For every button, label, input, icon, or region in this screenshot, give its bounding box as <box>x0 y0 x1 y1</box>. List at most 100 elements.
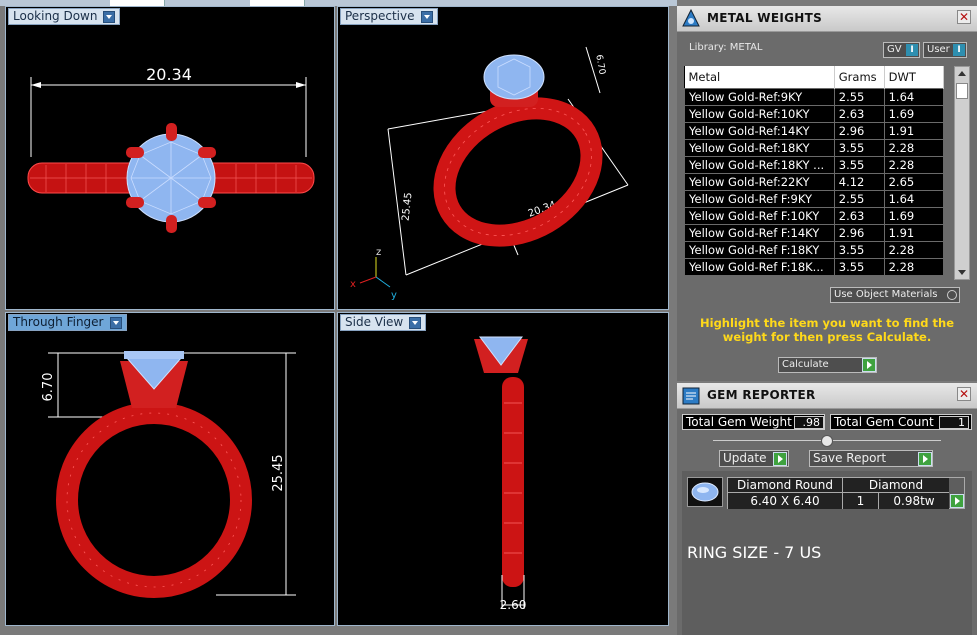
chevron-down-icon[interactable] <box>409 316 422 329</box>
grams-cell: 4.12 <box>833 172 885 191</box>
gem-head <box>483 54 545 107</box>
metal-cell: Yellow Gold-Ref:14KY <box>684 121 835 140</box>
viewport-menu-through-finger[interactable]: Through Finger <box>8 314 127 331</box>
gem-reporter-titlebar: GEM REPORTER ✕ <box>677 383 977 409</box>
dwt-cell: 1.91 <box>883 223 945 242</box>
close-icon[interactable]: ✕ <box>957 10 971 24</box>
info-icon: I <box>906 44 918 56</box>
save-report-label: Save Report <box>813 451 887 465</box>
gem-list: Diamond Round Diamond 6.40 X 6.40 1 0.98… <box>682 471 972 635</box>
metal-cell: Yellow Gold-Ref:18KY <box>684 138 835 157</box>
dimension-label: 6.70 <box>41 373 56 402</box>
label-text: Total Gem Weight <box>686 415 792 429</box>
grams-cell: 2.63 <box>833 104 885 123</box>
ring-side-view: 2.60 <box>474 336 528 612</box>
dwt-cell: 1.69 <box>883 104 945 123</box>
viewport-menu-perspective[interactable]: Perspective <box>340 8 438 25</box>
dwt-cell: 1.91 <box>883 121 945 140</box>
ring-top-view: 20.34 <box>27 65 315 233</box>
table-row[interactable]: Yellow Gold-Ref F:14KY 2.96 1.91 <box>684 223 945 242</box>
viewport-side-view[interactable]: 2.60 Side View <box>337 312 669 626</box>
gem-row[interactable]: Diamond Round Diamond 6.40 X 6.40 1 0.98… <box>727 477 965 509</box>
table-row[interactable]: Yellow Gold-Ref:10KY 2.63 1.69 <box>684 104 945 123</box>
gem-head <box>474 336 528 373</box>
column-header[interactable]: DWT <box>884 66 945 88</box>
viewport-menu-side-view[interactable]: Side View <box>340 314 427 331</box>
grams-cell: 3.55 <box>833 138 885 157</box>
viewport-looking-down[interactable]: 20.34 Looking Down <box>5 6 335 310</box>
panel-title: GEM REPORTER <box>707 388 816 402</box>
instruction-text: Highlight the item you want to find the … <box>700 316 954 344</box>
column-header[interactable]: Metal <box>684 66 835 88</box>
total-count-value: 1 <box>939 416 969 429</box>
ring-perspective-view: 25.45 20.34 6.70 z x y <box>350 46 629 301</box>
table-row[interactable]: Yellow Gold-Ref F:18K... 3.55 2.28 <box>684 257 945 276</box>
dwt-cell: 2.28 <box>883 257 945 276</box>
table-row[interactable]: Yellow Gold-Ref:14KY 2.96 1.91 <box>684 121 945 140</box>
dimension-label: 25.45 <box>271 454 286 491</box>
table-row[interactable]: Yellow Gold-Ref F:10KY 2.63 1.69 <box>684 206 945 225</box>
dwt-cell: 2.65 <box>883 172 945 191</box>
column-header[interactable]: Grams <box>834 66 885 88</box>
table-row[interactable]: Yellow Gold-Ref:18KY 3.55 2.28 <box>684 138 945 157</box>
viewport-menu-looking-down[interactable]: Looking Down <box>8 8 121 25</box>
ring-band <box>433 97 603 247</box>
gem-size: 6.40 X 6.40 <box>728 493 843 509</box>
gem-count: 1 <box>843 493 879 509</box>
total-weight-value: .98 <box>794 416 824 429</box>
dimension-label: 25.45 <box>401 192 415 222</box>
ring-size-note: RING SIZE - 7 US <box>687 543 822 562</box>
dwt-cell: 2.28 <box>883 240 945 259</box>
viewport-through-finger[interactable]: 6.70 25.45 Through Finger <box>5 312 335 626</box>
grams-cell: 2.55 <box>833 189 885 208</box>
viewport-label: Looking Down <box>13 9 98 23</box>
chevron-down-icon[interactable] <box>420 10 433 23</box>
gem-head <box>120 351 188 408</box>
metal-weights-icon <box>682 9 700 27</box>
chevron-down-icon[interactable] <box>103 10 116 23</box>
close-icon[interactable]: ✕ <box>957 387 971 401</box>
play-icon[interactable] <box>950 494 964 508</box>
gv-label: GV <box>887 44 902 55</box>
viewport-label: Through Finger <box>13 315 104 329</box>
metal-table: Metal Grams DWT Yellow Gold-Ref:9KY 2.55 1… <box>684 66 945 276</box>
play-icon[interactable] <box>918 452 932 466</box>
metal-cell: Yellow Gold-Ref F:14KY <box>684 223 835 242</box>
chevron-down-icon[interactable] <box>109 316 122 329</box>
axis-x-label: x <box>350 279 356 290</box>
calculate-label: Calculate <box>782 359 829 370</box>
metal-cell: Yellow Gold-Ref:10KY <box>684 104 835 123</box>
axis-y-label: y <box>391 290 397 301</box>
slider-handle[interactable] <box>821 435 833 447</box>
play-icon[interactable] <box>773 452 787 466</box>
table-row[interactable]: Yellow Gold-Ref F:9KY 2.55 1.64 <box>684 189 945 208</box>
dwt-cell: 2.28 <box>883 138 945 157</box>
play-icon[interactable] <box>862 358 876 372</box>
scroll-down-icon[interactable] <box>958 270 966 275</box>
axis-triad: z x y <box>350 247 397 301</box>
table-row[interactable]: Yellow Gold-Ref:18KY ... 3.55 2.28 <box>684 155 945 174</box>
metal-cell: Yellow Gold-Ref F:18KY <box>684 240 835 259</box>
table-scrollbar[interactable] <box>954 66 970 280</box>
label-text: Total Gem Count <box>834 415 934 429</box>
scroll-thumb[interactable] <box>956 83 968 99</box>
grams-cell: 3.55 <box>833 257 885 276</box>
metal-cell: Yellow Gold-Ref:22KY <box>684 172 835 191</box>
use-object-materials-toggle[interactable]: Use Object Materials <box>830 287 960 303</box>
table-row[interactable]: Yellow Gold-Ref:22KY 4.12 2.65 <box>684 172 945 191</box>
metal-cell: Yellow Gold-Ref F:18K... <box>684 257 835 276</box>
save-report-button[interactable]: Save Report <box>809 450 933 467</box>
dwt-cell: 1.64 <box>883 189 945 208</box>
gem-thumbnail <box>687 477 723 507</box>
ring-band <box>502 377 524 587</box>
scroll-up-icon[interactable] <box>958 71 966 76</box>
info-icon: I <box>953 44 965 56</box>
report-icon <box>682 387 700 405</box>
user-toggle[interactable]: User I <box>923 42 967 58</box>
gem-weight: 0.98tw <box>879 493 949 509</box>
gv-toggle[interactable]: GV I <box>883 42 920 58</box>
gem-name: Diamond Round <box>728 478 843 493</box>
table-row[interactable]: Yellow Gold-Ref:9KY 2.55 1.64 <box>684 87 945 106</box>
table-row[interactable]: Yellow Gold-Ref F:18KY 3.55 2.28 <box>684 240 945 259</box>
viewport-perspective[interactable]: 25.45 20.34 6.70 z x y Perspective <box>337 6 669 310</box>
